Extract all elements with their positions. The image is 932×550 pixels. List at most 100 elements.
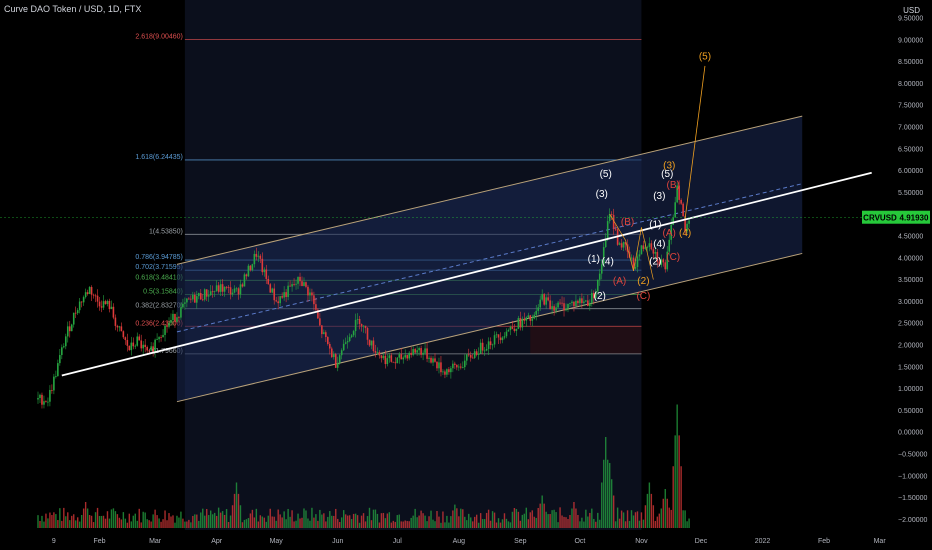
volume-bar — [680, 466, 682, 528]
volume-bar — [249, 513, 252, 528]
candle-body — [211, 291, 214, 293]
candle-body — [481, 342, 484, 351]
volume-bar — [78, 521, 81, 528]
volume-bar — [603, 459, 605, 528]
volume-bar — [555, 512, 557, 528]
volume-bar — [678, 435, 680, 528]
volume-bar — [380, 513, 383, 528]
candle-body — [223, 286, 226, 292]
candle-body — [184, 302, 186, 304]
candle-body — [390, 355, 393, 362]
volume-bar — [400, 521, 402, 528]
candle-body — [543, 294, 545, 305]
candle-body — [640, 245, 643, 255]
candle-body — [587, 300, 589, 307]
candle-body — [461, 367, 464, 368]
volume-bar — [283, 511, 285, 528]
candle-body — [186, 298, 188, 303]
volume-bar — [481, 519, 484, 528]
candle-body — [273, 288, 276, 301]
volume-bar — [418, 515, 420, 528]
volume-bar — [41, 515, 43, 528]
volume-bar — [237, 493, 240, 528]
candle-body — [152, 346, 154, 352]
volume-bar — [313, 517, 315, 528]
candle-body — [88, 287, 91, 294]
candle-body — [118, 326, 121, 328]
volume-bar — [303, 508, 305, 528]
candle-body — [168, 322, 170, 327]
volume-bar — [505, 518, 508, 528]
candle-body — [648, 243, 651, 247]
candle-body — [370, 340, 373, 346]
volume-bar — [382, 512, 385, 528]
volume-bar — [88, 515, 91, 528]
volume-bar — [75, 520, 77, 528]
volume-bar — [114, 511, 117, 528]
volume-bar — [567, 519, 569, 528]
candle-body — [513, 328, 516, 331]
candle-body — [267, 278, 270, 285]
volume-bar — [541, 495, 543, 528]
volume-bar — [501, 519, 504, 528]
volume-bar — [57, 520, 59, 528]
volume-bar — [352, 513, 355, 528]
volume-bar — [438, 516, 440, 528]
y-tick-label: 7.00000 — [898, 125, 923, 132]
volume-bar — [69, 520, 71, 528]
candle-body — [327, 337, 329, 344]
candle-body — [503, 336, 506, 338]
candle-body — [104, 301, 107, 305]
candle-body — [604, 239, 607, 248]
candle-body — [420, 348, 422, 355]
fib-label: 0.382(2.83270) — [135, 303, 182, 310]
volume-bar — [479, 513, 482, 528]
volume-bar — [410, 517, 412, 528]
volume-bar — [235, 482, 238, 528]
candle-body — [491, 344, 494, 346]
volume-bar — [591, 508, 593, 528]
volume-bar — [317, 520, 319, 528]
volume-bar — [208, 515, 210, 528]
volume-bar — [638, 520, 641, 528]
volume-bar — [583, 521, 585, 528]
candle-body — [321, 325, 323, 335]
candle-body — [374, 351, 377, 353]
x-tick-label: Feb — [818, 538, 830, 545]
volume-bar — [533, 516, 535, 528]
candle-body — [205, 289, 208, 297]
volume-bar — [200, 512, 202, 528]
volume-bar — [86, 508, 89, 528]
candle-body — [454, 363, 456, 365]
volume-bar — [620, 510, 623, 528]
candle-body — [259, 255, 262, 259]
candle-body — [279, 296, 281, 304]
candle-body — [271, 288, 274, 293]
candle-body — [394, 362, 397, 364]
candle-body — [43, 401, 45, 405]
candle-body — [444, 371, 446, 375]
fib-label: 0.5(3.15840) — [143, 288, 183, 295]
volume-bar — [464, 516, 466, 528]
x-tick-label: 9 — [52, 538, 56, 545]
volume-bar — [84, 502, 87, 528]
candle-body — [229, 287, 232, 295]
volume-bar — [293, 521, 295, 528]
candle-body — [636, 256, 639, 267]
candle-body — [440, 362, 442, 373]
fib-label: 2.618(9.00460) — [135, 34, 182, 41]
candle-body — [61, 347, 63, 356]
volume-bar — [130, 521, 132, 528]
candle-body — [535, 310, 538, 315]
candle-body — [392, 361, 395, 363]
volume-bar — [299, 518, 301, 528]
candle-body — [281, 296, 283, 298]
candle-body — [84, 292, 87, 298]
candle-body — [160, 337, 162, 338]
y-tick-label: 2.00000 — [898, 343, 923, 350]
candle-body — [277, 301, 279, 304]
price-chart[interactable]: 2.618(9.00460) 1.618(6.24435) 1(4.53850) 0.… — [0, 0, 932, 550]
y-tick-label: 1.50000 — [898, 364, 923, 371]
candle-body — [618, 243, 621, 245]
y-tick-label: 8.50000 — [898, 59, 923, 66]
